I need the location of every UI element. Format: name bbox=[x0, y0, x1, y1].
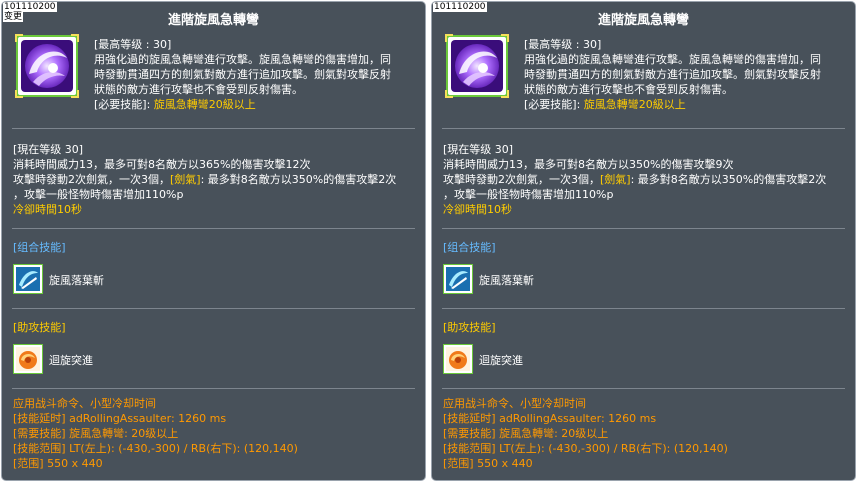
skill-tooltip-left: 101110200 变更 進階旋風急轉彎 [最高等级 : 30] 用強化過的旋風… bbox=[1, 1, 426, 481]
max-level-text: [最高等级 : 30] bbox=[524, 38, 602, 51]
divider bbox=[442, 388, 845, 389]
required-skill-value: 旋風急轉彎20級以上 bbox=[153, 98, 256, 111]
required-skill-label: [必要技能]: bbox=[94, 98, 154, 111]
skill-info-footer: 应用战斗命令、小型冷却时间 [技能延时] adRollingAssaulter:… bbox=[13, 396, 418, 471]
whirlwind-skill-icon bbox=[445, 34, 509, 98]
combo-skill-header: [组合技能] bbox=[13, 241, 66, 254]
desc-line: 狀態的敵方進行攻擊也不會受到反射傷害。 bbox=[524, 83, 733, 96]
spin-rush-icon bbox=[13, 344, 43, 374]
required-skill-value: 旋風急轉彎20級以上 bbox=[583, 98, 686, 111]
required-skill-line: [必要技能]: 旋風急轉彎20級以上 bbox=[94, 97, 419, 112]
desc-line: 用強化過的旋風急轉彎進行攻擊。旋風急轉彎的傷害增加，同 bbox=[94, 53, 391, 66]
current-effect-line: 攻擊時發動2次劍氣，一次3個，[劍氣]: 最多對8名敵方以350%的傷害攻擊2次 bbox=[443, 173, 827, 186]
current-level-block: [現在等级 30] 消耗時間威力13，最多可對8名敵方以350%的傷害攻擊9次 … bbox=[443, 142, 848, 217]
blade-slash-icon bbox=[443, 264, 473, 294]
divider bbox=[12, 388, 415, 389]
footer-line: 应用战斗命令、小型冷却时间 bbox=[443, 397, 586, 410]
cooldown-text: 冷卻時間10秒 bbox=[13, 203, 82, 216]
assist-skill-name: 迴旋突進 bbox=[49, 354, 93, 367]
whirlwind-skill-icon bbox=[15, 34, 79, 98]
sword-aura-keyword: [劍氣] bbox=[170, 173, 201, 186]
current-level-block: [現在等级 30] 消耗時間威力13，最多可對8名敵方以365%的傷害攻擊12次… bbox=[13, 142, 418, 217]
desc-line: 時發動貫通四方的劍氣對敵方進行追加攻擊。劍氣對攻擊反射 bbox=[524, 68, 821, 81]
footer-line: [范围] 550 x 440 bbox=[443, 457, 533, 470]
cooldown-text: 冷卻時間10秒 bbox=[443, 203, 512, 216]
footer-line: [需要技能] 旋風急轉彎: 20级以上 bbox=[443, 427, 609, 440]
desc-line: 用強化過的旋風急轉彎進行攻擊。旋風急轉彎的傷害增加，同 bbox=[524, 53, 821, 66]
skill-info-footer: 应用战斗命令、小型冷却时间 [技能延时] adRollingAssaulter:… bbox=[443, 396, 848, 471]
current-level-text: [現在等级 30] bbox=[443, 143, 514, 156]
footer-line: [需要技能] 旋風急轉彎: 20级以上 bbox=[13, 427, 179, 440]
skill-description: [最高等级 : 30] 用強化過的旋風急轉彎進行攻擊。旋風急轉彎的傷害增加，同 … bbox=[94, 37, 419, 112]
skill-title: 進階旋風急轉彎 bbox=[597, 13, 689, 28]
assist-skill-name: 迴旋突進 bbox=[479, 354, 523, 367]
current-effect-line: 消耗時間威力13，最多可對8名敵方以350%的傷害攻擊9次 bbox=[443, 158, 734, 171]
current-effect-line: ，攻擊一般怪物時傷害增加110%p bbox=[13, 188, 184, 201]
combo-skill-name: 旋風落葉斬 bbox=[49, 274, 104, 287]
desc-line: 時發動貫通四方的劍氣對敵方進行追加攻擊。劍氣對攻擊反射 bbox=[94, 68, 391, 81]
required-skill-line: [必要技能]: 旋風急轉彎20級以上 bbox=[524, 97, 849, 112]
combo-skill-header: [组合技能] bbox=[443, 241, 496, 254]
blade-slash-icon bbox=[13, 264, 43, 294]
assist-skill-header: [助攻技能] bbox=[443, 321, 496, 334]
current-effect-line: 消耗時間威力13，最多可對8名敵方以365%的傷害攻擊12次 bbox=[13, 158, 311, 171]
divider bbox=[12, 228, 415, 229]
current-effect-line: ，攻擊一般怪物時傷害增加110%p bbox=[443, 188, 614, 201]
footer-line: [技能范围] LT(左上): (-430,-300) / RB(右下): (12… bbox=[13, 442, 298, 455]
skill-title: 進階旋風急轉彎 bbox=[167, 13, 259, 28]
required-skill-label: [必要技能]: bbox=[524, 98, 584, 111]
footer-line: [技能范围] LT(左上): (-430,-300) / RB(右下): (12… bbox=[443, 442, 728, 455]
current-effect-line: 攻擊時發動2次劍氣，一次3個，[劍氣]: 最多對8名敵方以350%的傷害攻擊2次 bbox=[13, 173, 397, 186]
divider bbox=[442, 308, 845, 309]
footer-line: [技能延时] adRollingAssaulter: 1260 ms bbox=[13, 412, 227, 425]
divider bbox=[12, 128, 415, 129]
skill-description: [最高等级 : 30] 用強化過的旋風急轉彎進行攻擊。旋風急轉彎的傷害增加，同 … bbox=[524, 37, 849, 112]
assist-skill-header: [助攻技能] bbox=[13, 321, 66, 334]
divider bbox=[12, 308, 415, 309]
sword-aura-keyword: [劍氣] bbox=[600, 173, 631, 186]
footer-line: 应用战斗命令、小型冷却时间 bbox=[13, 397, 156, 410]
combo-skill-name: 旋風落葉斬 bbox=[479, 274, 534, 287]
footer-line: [范围] 550 x 440 bbox=[13, 457, 103, 470]
current-level-text: [現在等级 30] bbox=[13, 143, 84, 156]
divider bbox=[442, 228, 845, 229]
footer-line: [技能延时] adRollingAssaulter: 1260 ms bbox=[443, 412, 657, 425]
desc-line: 狀態的敵方進行攻擊也不會受到反射傷害。 bbox=[94, 83, 303, 96]
skill-tooltip-right: 101110200 進階旋風急轉彎 [最高等级 : 30] 用強化過的旋風急轉彎… bbox=[431, 1, 856, 481]
max-level-text: [最高等级 : 30] bbox=[94, 38, 172, 51]
spin-rush-icon bbox=[443, 344, 473, 374]
divider bbox=[442, 128, 845, 129]
